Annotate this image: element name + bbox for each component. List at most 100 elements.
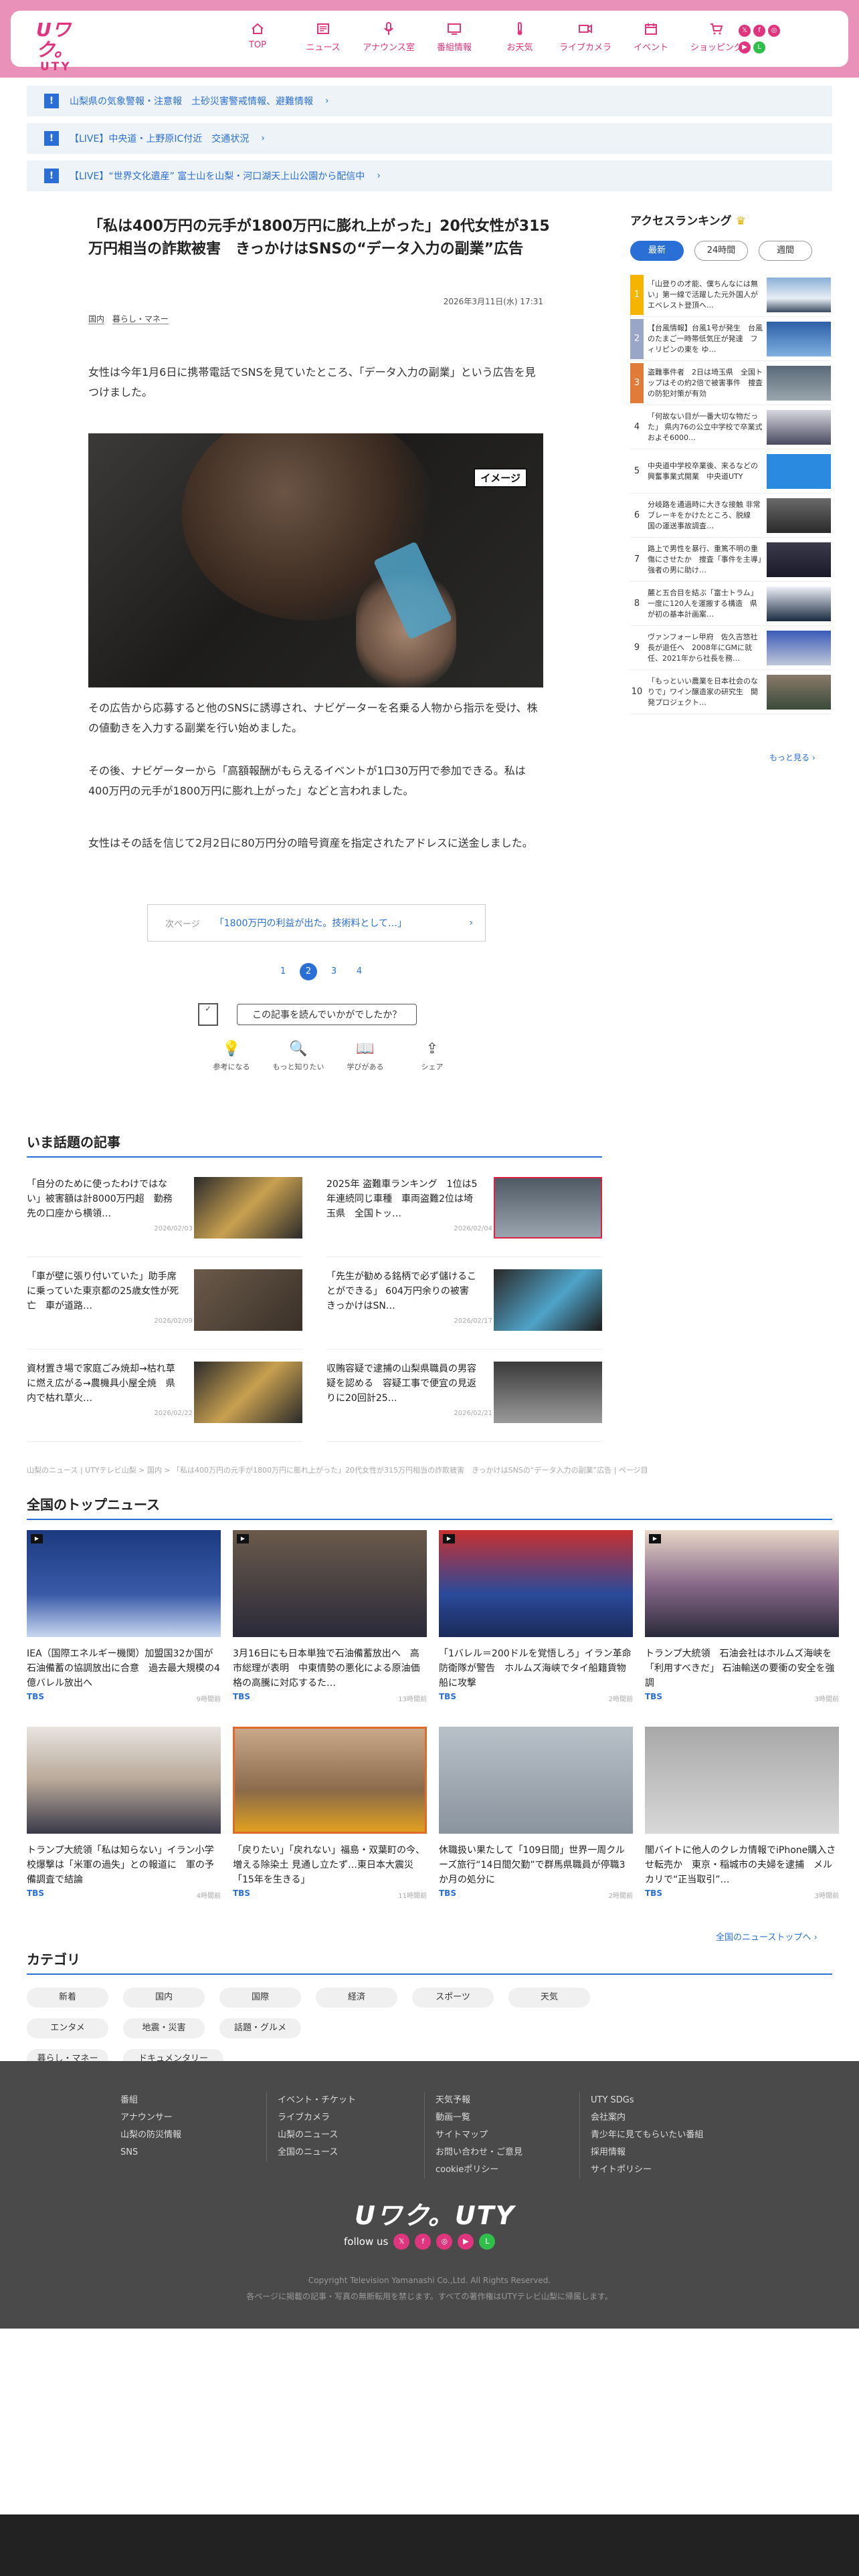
ranking-item[interactable]: 4 「何故ない目が一番大切な物だった」 県内76の公立中学校で卒業式 およそ600…: [630, 405, 831, 449]
national-news-card[interactable]: ▶ IEA（国際エネルギー機関）加盟国32か国が石油備蓄の協調放出に合意 過去最…: [27, 1530, 221, 1704]
national-news-more-link[interactable]: 全国のニューストップへ ›: [716, 1930, 818, 1943]
footer-link[interactable]: 山梨の防災情報: [120, 2127, 274, 2144]
tab-latest[interactable]: 最新: [630, 241, 684, 261]
ranking-item[interactable]: 6 分岐路を通過時に大きな接触 非常ブレーキをかけたところ、脱線 国の運送事故調査…: [630, 494, 831, 538]
x-icon[interactable]: 𝕏: [393, 2234, 410, 2250]
ranking-item[interactable]: 10 「もっといい農業を日本社会のなりで」ワイン醸造家の研究生 開発プロジェクト…: [630, 670, 831, 714]
nav-announcers[interactable]: アナウンス室: [356, 21, 421, 53]
tab-24h[interactable]: 24時間: [694, 241, 748, 261]
national-news-card[interactable]: 休職扱い果たして「109日間」世界一周クルーズ旅行“14日間欠勤”で群馬県職員が…: [439, 1727, 633, 1901]
survey-button[interactable]: この記事を読んでいかがでしたか？: [237, 1004, 417, 1025]
category-chip[interactable]: 話題・グルメ: [219, 2018, 301, 2038]
news-thumbnail: [645, 1727, 839, 1834]
nav-weather[interactable]: お天気: [487, 21, 553, 53]
reaction-learned[interactable]: 📖 学びがある: [332, 1041, 399, 1072]
tag-link[interactable]: 暮らし・マネー: [112, 314, 169, 324]
site-logo[interactable]: Uワク。 UTY: [36, 20, 90, 74]
facebook-icon[interactable]: f: [753, 25, 765, 37]
bottom-bar: [0, 2514, 859, 2576]
footer-link[interactable]: イベント・チケット: [278, 2092, 420, 2109]
national-news-card[interactable]: ▶ 「1バレル＝200ドルを覚悟しろ」イラン革命防衛隊が警告 ホルムズ海峡でタイ…: [439, 1530, 633, 1704]
alert-bar[interactable]: ! 山梨県の気象警報・注意報 土砂災害警戒情報、避難情報 ›: [27, 86, 832, 116]
youtube-icon[interactable]: ▶: [739, 41, 751, 53]
category-chip[interactable]: 天気: [508, 1988, 590, 2008]
ranking-item[interactable]: 9 ヴァンフォーレ甲府 佐久吉悠社長が退任へ 2008年にGMに就任、2021年か…: [630, 626, 831, 670]
line-icon[interactable]: L: [753, 41, 765, 53]
reaction-more[interactable]: 🔍 もっと知りたい: [265, 1041, 332, 1072]
ranking-item[interactable]: 2 【台風情報】台風1号が発生 台風のたまご一時帯低気圧が発達 フィリピンの東を …: [630, 317, 831, 361]
facebook-icon[interactable]: f: [415, 2234, 432, 2250]
footer-link[interactable]: 会社案内: [591, 2109, 733, 2127]
hot-topic-item[interactable]: 収賄容疑で逮捕の山梨県職員の男容疑を認める 容疑工事で便宜の見返りに20回計25…: [326, 1362, 602, 1442]
footer-link[interactable]: サイトポリシー: [591, 2161, 733, 2179]
page-3[interactable]: 3: [325, 963, 343, 980]
youtube-icon[interactable]: ▶: [458, 2234, 474, 2250]
nav-live-camera[interactable]: ライブカメラ: [553, 21, 618, 53]
footer-link[interactable]: 山梨のニュース: [278, 2127, 420, 2144]
category-chip[interactable]: 経済: [316, 1988, 397, 2008]
footer-link[interactable]: 天気予報: [436, 2092, 578, 2109]
ranking-item[interactable]: 3 盗難事件者 2日は埼玉県 全国トップはその約2倍で被害事件 捜査の防犯対策が有…: [630, 361, 831, 405]
category-chip[interactable]: エンタメ: [27, 2018, 108, 2038]
hot-topic-item[interactable]: 「自分のために使ったわけではない」被害額は計8000万円超 勤務先の口座から横領…: [27, 1177, 302, 1257]
page-4[interactable]: 4: [351, 963, 368, 980]
ranking-more-link[interactable]: もっと見る ›: [769, 752, 816, 763]
next-page-link[interactable]: 次ページ 「1800万円の利益が出た。技術料として…」 ›: [147, 904, 486, 942]
national-news-card[interactable]: 「戻りたい」「戻れない」福島・双葉町の今、増える除染土 見通し立たず…東日本大震…: [233, 1727, 427, 1901]
nav-news[interactable]: ニュース: [290, 21, 356, 53]
footer-link[interactable]: UTY SDGs: [591, 2092, 733, 2109]
nav-label: ショッピング: [690, 43, 743, 53]
footer-link[interactable]: cookieポリシー: [436, 2161, 578, 2179]
instagram-icon[interactable]: ◎: [436, 2234, 453, 2250]
hot-topic-item[interactable]: 「先生が勧める銘柄で必ず儲けることができる」 604万円余りの被害 きっかけはS…: [326, 1269, 602, 1350]
nav-programs[interactable]: 番組情報: [421, 21, 487, 53]
category-chip[interactable]: 新着: [27, 1988, 108, 2008]
ranking-item[interactable]: 7 路上で男性を暴行、重篤不明の重傷にさせたか 捜査「事件を主導」強者の男に助け…: [630, 538, 831, 582]
line-icon[interactable]: L: [479, 2234, 496, 2250]
article-photo: イメージ: [88, 433, 543, 687]
hot-topic-thumbnail: [194, 1177, 302, 1239]
page-1[interactable]: 1: [274, 963, 292, 980]
national-news-card[interactable]: 闇バイトに他人のクレカ情報でiPhone購入させ転売か 東京・稲城市の夫婦を逮捕…: [645, 1727, 839, 1901]
footer-link[interactable]: 青少年に見てもらいたい番組: [591, 2127, 733, 2144]
footer-link[interactable]: アナウンサー: [120, 2109, 274, 2127]
national-news-card[interactable]: トランプ大統領「私は知らない」イラン小学校爆撃は「米軍の過失」との報道に 軍の予…: [27, 1727, 221, 1901]
hot-topic-item[interactable]: 「車が壁に張り付いていた」助手席に乗っていた東京都の25歳女性が死亡 車が道路……: [27, 1269, 302, 1350]
footer-link[interactable]: ライブカメラ: [278, 2109, 420, 2127]
footer-link[interactable]: 全国のニュース: [278, 2144, 420, 2161]
footer-link[interactable]: 動画一覧: [436, 2109, 578, 2127]
tab-weekly[interactable]: 週間: [759, 241, 812, 261]
alert-bar[interactable]: ! 【LIVE】“世界文化遺産” 富士山を山梨・河口湖天上山公園から配信中 ›: [27, 160, 832, 191]
newspaper-icon: [317, 23, 329, 34]
rank-thumbnail: [767, 498, 831, 533]
reaction-share[interactable]: ⇪ シェア: [399, 1041, 466, 1072]
footer-link[interactable]: サイトマップ: [436, 2127, 578, 2144]
nav-events[interactable]: イベント: [618, 21, 684, 53]
national-news-card[interactable]: ▶ トランプ大統領 石油会社はホルムズ海峡を「利用すべきだ」 石油輸送の要衝の安…: [645, 1530, 839, 1704]
hot-topic-item[interactable]: 資材置き場で家庭ごみ焼却→枯れ草に燃え広がる→農機具小屋全焼 県内で枯れ草火… …: [27, 1362, 302, 1442]
ranking-item[interactable]: 8 麓と五合目を結ぶ「富士トラム」 一度に120人を運搬する構造 県が初の基本計画…: [630, 582, 831, 626]
news-source: TBS: [233, 1889, 250, 1898]
category-chip[interactable]: 地震・災害: [123, 2018, 205, 2038]
footer-link[interactable]: SNS: [120, 2144, 274, 2161]
category-chip[interactable]: スポーツ: [412, 1988, 494, 2008]
ranking-item[interactable]: 1 「山登りの才能、僕ちんなには無い」第一線で活躍した元外国人がエベレスト登頂へ…: [630, 273, 831, 317]
news-time: 2時間前: [608, 1696, 633, 1703]
instagram-icon[interactable]: ◎: [768, 25, 780, 37]
calendar-icon: [645, 23, 657, 35]
footer-link[interactable]: お問い合わせ・ご意見: [436, 2144, 578, 2161]
footer-logo[interactable]: Uワク。UTY: [355, 2195, 515, 2232]
page-2-current[interactable]: 2: [300, 963, 317, 980]
footer-link[interactable]: 番組: [120, 2092, 274, 2109]
footer-link[interactable]: 採用情報: [591, 2144, 733, 2161]
reaction-helpful[interactable]: 💡 参考になる: [198, 1041, 265, 1072]
national-news-card[interactable]: ▶ 3月16日にも日本単独で石油備蓄放出へ 高市総理が表明 中東情勢の悪化による…: [233, 1530, 427, 1704]
nav-top[interactable]: TOP: [225, 21, 290, 53]
ranking-item[interactable]: 5 中央道中学校卒業後、来るなどの興奮事業式開業 中央道UTY: [630, 449, 831, 494]
x-icon[interactable]: 𝕏: [739, 25, 751, 37]
category-chip[interactable]: 国内: [123, 1988, 205, 2008]
category-chip[interactable]: 国際: [219, 1988, 301, 2008]
tag-link[interactable]: 国内: [88, 314, 105, 324]
alert-bar[interactable]: ! 【LIVE】中央道・上野原IC付近 交通状況 ›: [27, 123, 832, 154]
hot-topic-item[interactable]: 2025年 盗難車ランキング 1位は5年連続同じ車種 車両盗難2位は埼玉県 全国…: [326, 1177, 602, 1257]
